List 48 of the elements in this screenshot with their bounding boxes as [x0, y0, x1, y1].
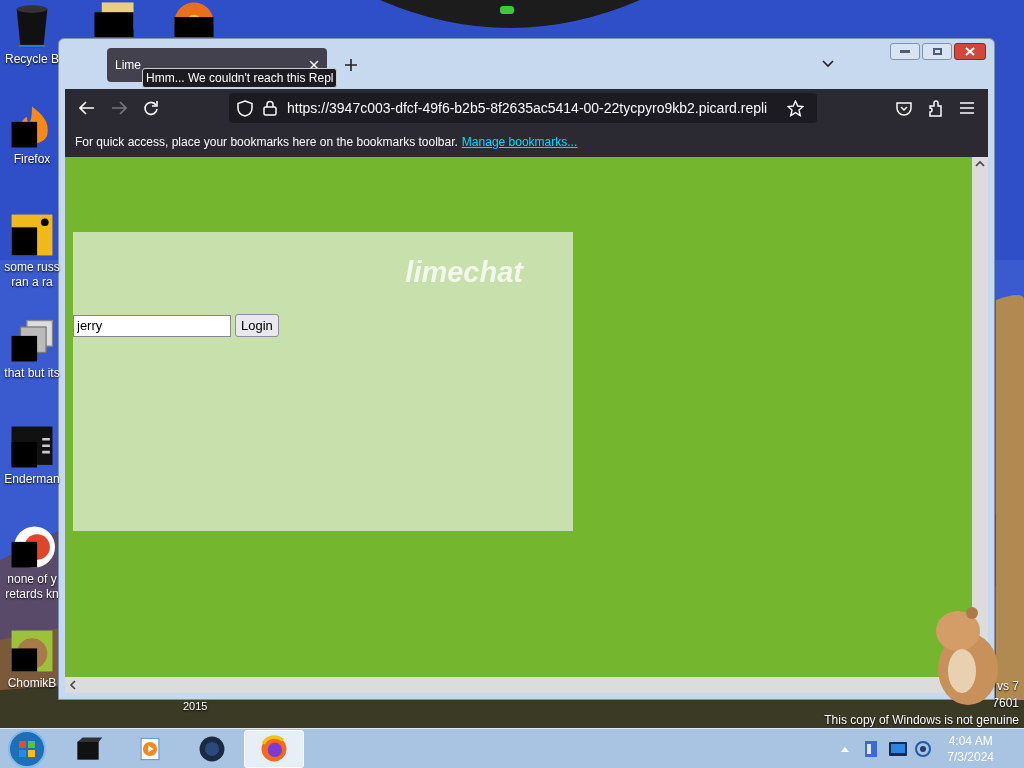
lock-icon [263, 100, 277, 116]
maximize-button[interactable] [922, 43, 952, 60]
login-button[interactable]: Login [235, 314, 279, 337]
bookmarks-message: For quick access, place your bookmarks here on the bookmarks toolbar. [75, 134, 458, 151]
watermark-text: This copy of Windows is not genuine [824, 712, 1019, 729]
document-icon[interactable] [9, 212, 55, 258]
desktop-icon-label[interactable]: ChomikB [7, 676, 57, 691]
close-icon [965, 47, 975, 56]
stack-icon[interactable] [9, 318, 55, 364]
scroll-up-icon[interactable] [975, 160, 985, 168]
shield-icon[interactable] [237, 99, 253, 117]
reload-icon[interactable] [143, 100, 159, 116]
scroll-left-icon[interactable] [69, 680, 77, 690]
start-button[interactable] [8, 729, 46, 768]
puzzle-icon[interactable] [928, 99, 944, 117]
watermark-text: 7601 [992, 695, 1019, 712]
desktop-icon-label[interactable]: Enderman [4, 472, 60, 487]
address-bar[interactable]: https://3947c003-dfcf-49f6-b2b5-8f2635ac5414-00-22tycpyro9kb2.picard.repli [229, 93, 817, 123]
desktop-icon-label[interactable]: Recycle B [5, 52, 59, 67]
desktop-icon-label[interactable]: ran a ra [11, 275, 53, 290]
desktop-icon-label[interactable]: none of y [7, 572, 57, 587]
photo-icon[interactable] [9, 628, 55, 674]
desktop-icon-label[interactable]: retards kn [5, 587, 59, 602]
desktop-icon-label[interactable]: Firefox [13, 152, 51, 167]
url-text: https://3947c003-dfcf-49f6-b2b5-8f2635ac5414-00-22tycpyro9kb2.picard.repli [287, 98, 769, 118]
username-field[interactable]: jerry [73, 314, 231, 337]
back-icon[interactable] [79, 101, 95, 115]
logo-text: limechat [405, 255, 523, 291]
forward-icon[interactable] [111, 101, 127, 115]
monitor-icon[interactable] [889, 741, 908, 756]
terminal-icon[interactable] [9, 424, 55, 470]
minimize-button[interactable] [890, 43, 920, 60]
menu-icon[interactable] [960, 102, 974, 114]
star-icon[interactable] [787, 99, 804, 117]
network-icon[interactable] [915, 740, 932, 757]
manage-bookmarks-link[interactable]: Manage bookmarks... [461, 133, 578, 151]
close-button[interactable] [954, 43, 986, 60]
tray-document-icon[interactable] [863, 739, 880, 758]
chevron-down-icon[interactable] [822, 60, 834, 68]
circle-icon[interactable] [9, 524, 55, 570]
folder-icon[interactable] [92, 0, 136, 37]
new-tab-icon[interactable] [345, 59, 357, 71]
pocket-icon[interactable] [896, 100, 912, 116]
taskbar-button[interactable] [244, 729, 304, 768]
close-tab-icon[interactable] [309, 60, 319, 70]
desktop-label: 2015 [183, 699, 208, 714]
watermark-text: vs 7 [997, 678, 1019, 695]
tooltip: Hmm... We couldn't reach this Repl [142, 68, 338, 88]
